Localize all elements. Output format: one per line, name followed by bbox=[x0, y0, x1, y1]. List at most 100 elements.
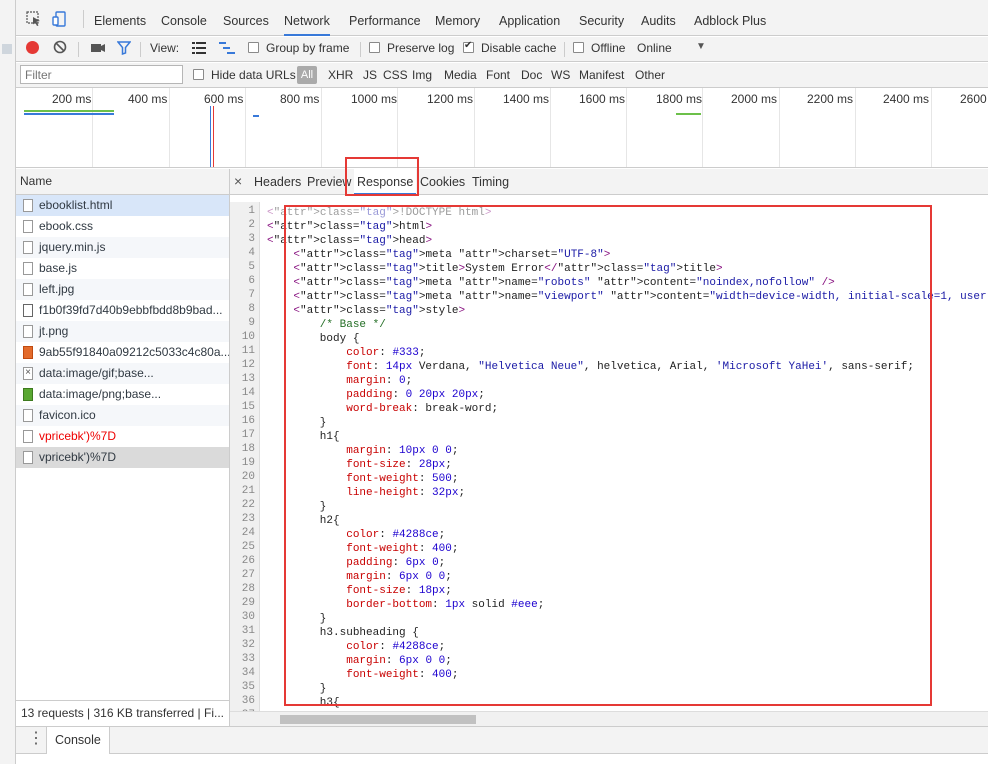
line-number: 21 bbox=[241, 485, 255, 497]
overview-gridline bbox=[931, 88, 932, 167]
disable-cache-checkbox[interactable] bbox=[463, 40, 474, 53]
request-name: ebook.css bbox=[39, 219, 94, 233]
line-number: 9 bbox=[248, 317, 255, 329]
filter-other[interactable]: Other bbox=[635, 68, 665, 82]
gutter-marker bbox=[2, 44, 12, 54]
filter-xhr[interactable]: XHR bbox=[328, 68, 353, 82]
offline-checkbox[interactable] bbox=[573, 42, 584, 53]
code-line: h1{ bbox=[267, 431, 340, 443]
request-row[interactable]: f1b0f39fd7d40b9ebbfbdd8b9bad... bbox=[16, 300, 229, 321]
tab-security[interactable]: Security bbox=[579, 0, 624, 36]
inspect-element-icon[interactable] bbox=[26, 11, 42, 27]
waterfall-overview-icon[interactable] bbox=[219, 42, 235, 57]
request-row[interactable]: vpricebk')%7D bbox=[16, 426, 229, 447]
line-number: 19 bbox=[241, 457, 255, 469]
request-row[interactable]: vpricebk')%7D bbox=[16, 447, 229, 468]
drawer-menu-icon[interactable]: ⋮ bbox=[28, 731, 44, 747]
overview-gridline bbox=[321, 88, 322, 167]
filter-font[interactable]: Font bbox=[486, 68, 510, 82]
code-line: <"attr">class="tag">!DOCTYPE html> bbox=[267, 207, 492, 219]
line-number: 27 bbox=[241, 569, 255, 581]
clear-icon[interactable] bbox=[53, 40, 67, 57]
tab-network[interactable]: Network bbox=[284, 0, 330, 36]
document-file-icon bbox=[23, 409, 33, 422]
large-rows-icon[interactable] bbox=[192, 42, 206, 57]
line-number: 22 bbox=[241, 499, 255, 511]
request-name: f1b0f39fd7d40b9ebbfbdd8b9bad... bbox=[39, 303, 223, 317]
record-icon[interactable] bbox=[26, 41, 39, 54]
dom-content-loaded-marker bbox=[210, 106, 211, 167]
overview-gridline bbox=[397, 88, 398, 167]
response-source-viewer[interactable]: 1 2 3 4 5 6 7 8 9 10 11 12 13 14 15 16 17 18 19 20 21 22 23 24 2… bbox=[230, 196, 988, 711]
tab-cookies[interactable]: Cookies bbox=[420, 169, 465, 195]
group-by-frame-checkbox[interactable] bbox=[248, 42, 259, 53]
horizontal-scrollbar[interactable] bbox=[230, 711, 988, 726]
name-column-header[interactable]: Name bbox=[16, 169, 230, 195]
tab-console[interactable]: Console bbox=[161, 0, 207, 36]
filter-all-button[interactable]: All bbox=[297, 66, 317, 84]
device-toolbar-icon[interactable] bbox=[52, 11, 68, 27]
code-line: word-break: break-word; bbox=[346, 403, 499, 415]
request-row[interactable]: base.js bbox=[16, 258, 229, 279]
document-file-icon bbox=[23, 199, 33, 212]
filter-img[interactable]: Img bbox=[412, 68, 432, 82]
overview-tick: 200 ms bbox=[52, 92, 92, 106]
request-row[interactable]: jquery.min.js bbox=[16, 237, 229, 258]
code-line: line-height: 32px; bbox=[346, 487, 466, 499]
tab-strip-divider bbox=[83, 10, 84, 28]
request-row[interactable]: ebooklist.html bbox=[16, 195, 229, 216]
request-row[interactable]: favicon.ico bbox=[16, 405, 229, 426]
tab-performance[interactable]: Performance bbox=[349, 0, 421, 36]
code-line: <"attr">class="tag">title>System Error</… bbox=[293, 263, 723, 275]
filter-js[interactable]: JS bbox=[363, 68, 377, 82]
drawer-tab-console[interactable]: Console bbox=[46, 727, 110, 754]
request-name: base.js bbox=[39, 261, 78, 275]
tab-preview[interactable]: Preview bbox=[307, 169, 351, 195]
screenshot-camera-icon[interactable] bbox=[90, 41, 106, 57]
preserve-log-checkbox[interactable] bbox=[369, 42, 380, 53]
line-number: 29 bbox=[241, 597, 255, 609]
filter-doc[interactable]: Doc bbox=[521, 68, 542, 82]
filter-manifest[interactable]: Manifest bbox=[579, 68, 624, 82]
filter-css[interactable]: CSS bbox=[383, 68, 408, 82]
request-row[interactable]: 9ab55f91840a09212c5033c4c80a... bbox=[16, 342, 229, 363]
filter-funnel-icon[interactable] bbox=[116, 41, 132, 58]
tab-headers[interactable]: Headers bbox=[254, 169, 301, 195]
filter-input[interactable] bbox=[20, 65, 183, 84]
chevron-down-icon[interactable]: ▼ bbox=[696, 41, 706, 52]
line-number: 1 bbox=[248, 205, 255, 217]
request-row[interactable]: left.jpg bbox=[16, 279, 229, 300]
overview-tick: 1200 ms bbox=[427, 92, 474, 106]
request-row[interactable]: × data:image/gif;base... bbox=[16, 363, 229, 384]
throttle-select[interactable]: Online bbox=[637, 41, 672, 55]
filter-media[interactable]: Media bbox=[444, 68, 477, 82]
gif-placeholder-icon: × bbox=[23, 367, 33, 380]
line-number: 4 bbox=[248, 247, 255, 259]
overview-gridline bbox=[474, 88, 475, 167]
tab-response[interactable]: Response bbox=[354, 169, 417, 195]
request-name: jquery.min.js bbox=[39, 240, 106, 254]
overview-tick: 2400 ms bbox=[883, 92, 930, 106]
tab-memory[interactable]: Memory bbox=[435, 0, 480, 36]
request-row[interactable]: data:image/png;base... bbox=[16, 384, 229, 405]
hide-data-urls-checkbox[interactable] bbox=[193, 69, 204, 80]
overview-tick: 400 ms bbox=[128, 92, 168, 106]
tab-timing[interactable]: Timing bbox=[472, 169, 509, 195]
tab-elements[interactable]: Elements bbox=[94, 0, 146, 36]
request-name: vpricebk')%7D bbox=[39, 450, 116, 464]
request-row[interactable]: jt.png bbox=[16, 321, 229, 342]
tab-application[interactable]: Application bbox=[499, 0, 560, 36]
request-name: data:image/png;base... bbox=[39, 387, 162, 401]
tab-adblock-plus[interactable]: Adblock Plus bbox=[694, 0, 766, 36]
overview-bar-blue bbox=[24, 113, 114, 115]
tab-audits[interactable]: Audits bbox=[641, 0, 676, 36]
request-row[interactable]: ebook.css bbox=[16, 216, 229, 237]
code-line: <"attr">class="tag">meta "attr">charset=… bbox=[293, 249, 611, 261]
image-thumbnail-icon bbox=[23, 346, 33, 359]
overview-tick: 1000 ms bbox=[351, 92, 398, 106]
tab-sources[interactable]: Sources bbox=[223, 0, 269, 36]
filter-ws[interactable]: WS bbox=[551, 68, 570, 82]
network-overview-timeline[interactable]: 200 ms 400 ms 600 ms 800 ms 1000 ms 1200… bbox=[16, 88, 988, 168]
close-icon[interactable]: × bbox=[234, 173, 242, 189]
scrollbar-thumb[interactable] bbox=[280, 715, 476, 724]
